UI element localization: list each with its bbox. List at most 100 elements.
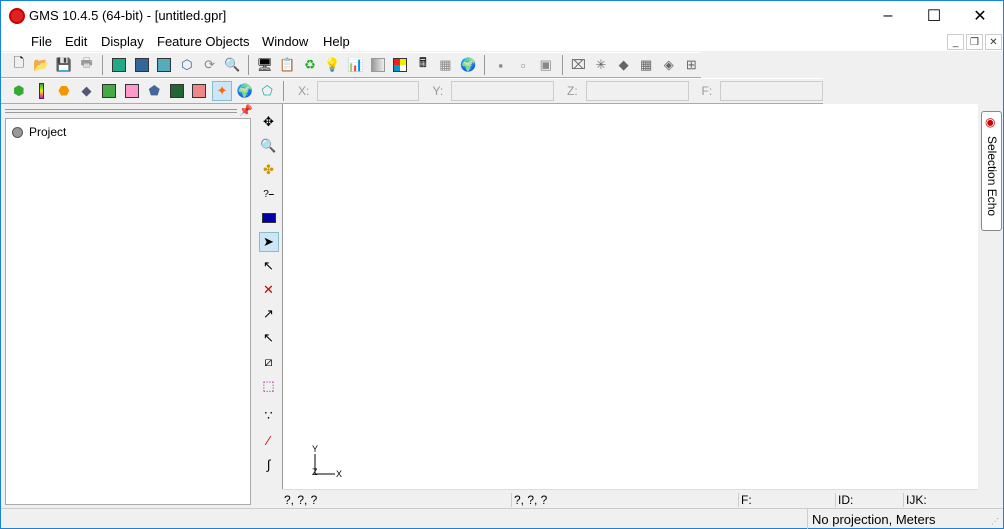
measure-icon[interactable]: ?⎯ (259, 184, 279, 204)
f-label: F: (701, 84, 713, 98)
open-icon[interactable]: 📂 (32, 55, 52, 75)
select-arc-group-icon[interactable]: ↖ (259, 328, 279, 348)
display-options-icon[interactable]: 🖥 (255, 55, 275, 75)
create-scatter-icon[interactable]: ⊞ (682, 55, 702, 75)
layout-icon[interactable]: ▦ (436, 55, 456, 75)
select-arc-icon[interactable]: ↖ (259, 256, 279, 276)
menu-edit[interactable]: Edit (65, 34, 87, 49)
mesh-2d-icon[interactable]: ◆ (77, 81, 97, 101)
zoom-extents-icon[interactable]: 🔍 (222, 55, 242, 75)
edit-icon[interactable]: 📋 (278, 55, 298, 75)
selection-echo-icon: ◉ (985, 115, 996, 129)
scatter-3d-icon[interactable] (190, 81, 210, 101)
borehole-module-icon[interactable] (32, 81, 52, 101)
separator (282, 81, 284, 101)
scatter-2d-icon[interactable] (122, 81, 142, 101)
create-arc-icon[interactable]: ∫ (259, 454, 279, 474)
pan-icon[interactable]: ✥ (259, 112, 279, 132)
z-label: Z: (567, 84, 578, 98)
gis-module-icon[interactable]: 🌍 (235, 81, 255, 101)
separator (102, 55, 104, 75)
app-icon[interactable] (9, 8, 25, 24)
mdi-restore-button[interactable]: ❐ (966, 34, 983, 50)
minimize-button[interactable]: – (865, 1, 911, 31)
menu-window[interactable]: Window (262, 34, 308, 49)
color-ramp-icon[interactable] (390, 55, 410, 75)
rotate-icon[interactable]: ✤ (259, 160, 279, 180)
select-swap-icon[interactable]: ▣ (536, 55, 556, 75)
mdi-minimize-button[interactable]: _ (947, 34, 964, 50)
create-grid-icon[interactable]: ▦ (636, 55, 656, 75)
y-label: Y: (432, 84, 444, 98)
x-coord-field[interactable] (316, 81, 420, 101)
y-coord-field[interactable] (451, 81, 554, 101)
mdi-close-button[interactable]: ✕ (985, 34, 1002, 50)
refresh-icon[interactable]: ♻ (300, 55, 320, 75)
view-front-icon[interactable] (109, 55, 129, 75)
projection-status: No projection, Meters (807, 509, 936, 529)
project-icon (12, 126, 23, 138)
menu-help[interactable]: Help (323, 34, 350, 49)
create-node-icon[interactable]: ⁄ (259, 430, 279, 450)
zoom-icon[interactable]: 🔍 (259, 136, 279, 156)
contours-icon[interactable]: 📊 (345, 55, 365, 75)
function-value: F: (738, 493, 752, 507)
view-top-icon[interactable] (132, 55, 152, 75)
new-icon[interactable]: 🗋 (9, 55, 29, 75)
tin-module-icon[interactable]: ⬢ (9, 81, 29, 101)
create-mesh-icon[interactable]: ◈ (659, 55, 679, 75)
uge-module-icon[interactable]: ⬠ (257, 81, 277, 101)
shading-icon[interactable] (368, 55, 388, 75)
tools-toolbar: ✥ 🔍 ✤ ?⎯ ➤ ↖ ✕ ↗ ↖ ⧄ ⬚ ∵ ⁄ ∫ (256, 104, 281, 506)
frame-icon[interactable] (259, 208, 279, 228)
separator (483, 55, 485, 75)
close-button[interactable]: ✕ (957, 1, 1003, 31)
map-module-icon[interactable]: ✦ (212, 81, 232, 101)
project-explorer: 📌 Project (1, 104, 253, 506)
save-icon[interactable]: 💾 (54, 55, 74, 75)
standard-toolbar: 🗋 📂 💾 🖶 ⬡ ⟳ 🔍 🖥 📋 ♻ 💡 📊 🖩 ▦ 🌍 ▪ ▫ ▣ ⌧ ✳ … (1, 52, 701, 78)
pin-icon[interactable]: 📌 (239, 104, 253, 117)
f-coord-field[interactable] (720, 81, 824, 101)
tree-item-project[interactable]: Project (12, 125, 66, 139)
x-label: X: (297, 84, 310, 98)
grid-3d-icon[interactable] (167, 81, 187, 101)
solid-module-icon[interactable]: ⬣ (54, 81, 74, 101)
id-value: ID: (835, 493, 853, 507)
separator (561, 55, 563, 75)
view-side-icon[interactable] (155, 55, 175, 75)
print-icon[interactable]: 🖶 (77, 55, 97, 75)
create-tin-icon[interactable]: ✳ (591, 55, 611, 75)
tree-item-label: Project (29, 125, 67, 139)
select-arrow-icon[interactable]: ➤ (258, 232, 279, 252)
select-move-icon[interactable]: ▪ (491, 55, 511, 75)
globe-icon[interactable]: 🌍 (458, 55, 478, 75)
lighting-icon[interactable]: 💡 (323, 55, 343, 75)
mesh-3d-icon[interactable]: ⬟ (144, 81, 164, 101)
select-node-icon[interactable]: ✕ (259, 280, 279, 300)
maximize-button[interactable]: ☐ (911, 1, 957, 31)
ijk-value: IJK: (903, 493, 927, 507)
graphics-window[interactable]: Y X Z (282, 104, 978, 489)
separator (247, 55, 249, 75)
selection-echo-tab[interactable]: ◉ Selection Echo (981, 111, 1002, 231)
select-copy-icon[interactable]: ▫ (513, 55, 533, 75)
create-boundary-icon[interactable]: ⌧ (569, 55, 589, 75)
select-polygon-icon[interactable]: ⧄ (259, 352, 279, 372)
create-solid-icon[interactable]: ◆ (614, 55, 634, 75)
calculator-icon[interactable]: 🖩 (413, 55, 433, 75)
rotate-icon[interactable]: ⟳ (200, 55, 220, 75)
create-point-icon[interactable]: ∵ (259, 406, 279, 426)
window-title: GMS 10.4.5 (64-bit) - [untitled.gpr] (29, 8, 227, 23)
view-oblique-icon[interactable]: ⬡ (177, 55, 197, 75)
axis-x-label: X (336, 469, 343, 479)
menu-file[interactable]: File (31, 34, 52, 49)
z-coord-field[interactable] (585, 81, 689, 101)
resize-grip[interactable]: ⋰ (991, 517, 999, 526)
menu-feature-objects[interactable]: Feature Objects (157, 34, 250, 49)
select-polygon-vertex-icon[interactable]: ⬚ (259, 376, 279, 396)
menu-display[interactable]: Display (101, 34, 144, 49)
select-vertex-icon[interactable]: ↗ (259, 304, 279, 324)
panel-grip[interactable] (5, 109, 237, 113)
grid-2d-icon[interactable] (99, 81, 119, 101)
